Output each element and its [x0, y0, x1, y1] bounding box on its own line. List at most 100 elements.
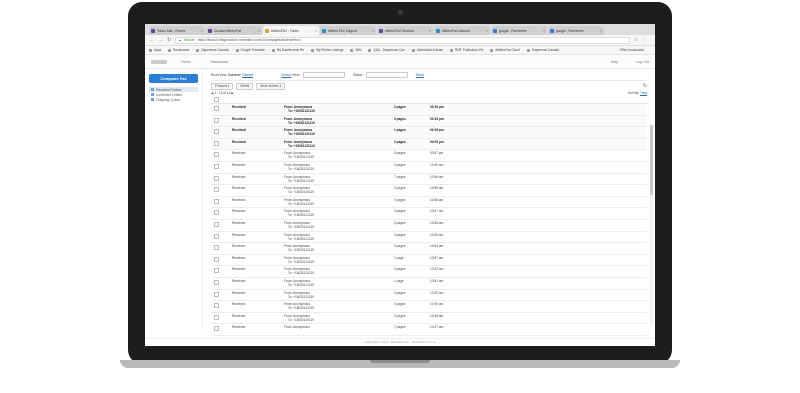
- nav-dashboard[interactable]: Dashboard: [211, 60, 229, 64]
- filter-deleted[interactable]: Deleted: [242, 73, 253, 77]
- table-row[interactable]: Received From: Anonymous 7 pages 10:47 am: [211, 324, 647, 336]
- table-row[interactable]: Received From: Anonymous To: +15032121119 3…: [211, 197, 647, 209]
- row-checkbox[interactable]: [214, 233, 219, 239]
- browser-tabbar: Yahoo Mail - Receiv × Contact #MetroFax × #M…: [145, 24, 655, 35]
- tab-close-icon[interactable]: ×: [201, 29, 203, 33]
- bookmark-item[interactable]: My Dashboards Re: [271, 48, 304, 52]
- tab-close-icon[interactable]: ×: [543, 29, 545, 33]
- table-row[interactable]: Received From: Anonymous To: +15032121119 3…: [211, 220, 647, 232]
- browser-tab[interactable]: #MetroFax Inbound ×: [434, 26, 490, 35]
- forward-icon[interactable]: →: [158, 37, 163, 43]
- table-row[interactable]: Received From: Anonymous To: +15032121119 3…: [211, 104, 647, 116]
- browser-tab[interactable]: google - Recherche ×: [491, 26, 547, 35]
- bookmark-item[interactable]: Google Translate: [235, 48, 265, 52]
- back-icon[interactable]: ←: [149, 37, 154, 43]
- tab-close-icon[interactable]: ×: [372, 29, 374, 33]
- table-row[interactable]: Received From: Anonymous To: +15032121119 7…: [211, 174, 647, 186]
- table-row[interactable]: Received From: Anonymous To: +15032121119 3…: [211, 150, 647, 162]
- search-link[interactable]: Search: [281, 73, 291, 77]
- reset-link[interactable]: Reset: [416, 73, 424, 77]
- tab-close-icon[interactable]: ×: [429, 29, 431, 33]
- compose-fax-button[interactable]: Compose Fax: [149, 74, 198, 83]
- row-checkbox[interactable]: [214, 187, 219, 193]
- table-row[interactable]: Received From: Anonymous To: +15032121119 3…: [211, 243, 647, 255]
- row-checkbox[interactable]: [214, 163, 219, 169]
- row-to: To: +15032121119: [288, 132, 315, 137]
- row-time: 10:59 am: [430, 162, 444, 167]
- tab-close-icon[interactable]: ×: [258, 29, 260, 33]
- row-checkbox[interactable]: [214, 268, 219, 274]
- filter-current[interactable]: Current: [228, 73, 240, 77]
- view-select[interactable]: [302, 72, 345, 78]
- logout-link[interactable]: Log Out: [636, 60, 649, 64]
- browser-tab[interactable]: #Metro FAX Support ×: [320, 26, 376, 35]
- row-checkbox[interactable]: [214, 210, 219, 216]
- row-checkbox[interactable]: [214, 198, 219, 204]
- scrollbar-thumb[interactable]: [650, 125, 653, 195]
- browser-tab[interactable]: #MetroFAX - Folder ×: [263, 26, 319, 35]
- nav-home[interactable]: Home: [181, 60, 191, 64]
- pager-next-icon[interactable]: ▶︎: [231, 91, 233, 95]
- sidebar-folder[interactable]: Outgoing Queue: [149, 97, 198, 102]
- bookmark-item[interactable]: Wiki: [350, 48, 361, 52]
- scrollbar[interactable]: [650, 125, 653, 325]
- table-row[interactable]: Received From: Anonymous To: +15032121119 3…: [211, 290, 647, 302]
- menu-icon[interactable]: ⋮: [642, 37, 647, 43]
- browser-tab[interactable]: #MetroFAX Services ×: [377, 26, 433, 35]
- row-checkbox[interactable]: [214, 245, 219, 251]
- row-checkbox[interactable]: [214, 303, 219, 309]
- table-row[interactable]: Received From: Anonymous To: +15032121119 3…: [211, 138, 647, 151]
- table-row[interactable]: Received From: Anonymous To: +15032121119 3…: [211, 266, 647, 278]
- bookmark-item[interactable]: #MetroFax Cloud: [490, 48, 520, 52]
- table-row[interactable]: Received From: Anonymous To: +15032121119 3…: [211, 115, 647, 128]
- table-row[interactable]: Received From: Anonymous To: +15032121119 1…: [211, 278, 647, 290]
- bookmark-item[interactable]: Apps: [149, 48, 161, 52]
- more-actions-button[interactable]: More Actions ▾: [256, 82, 286, 90]
- bookmark-item[interactable]: My Review Listings: [311, 48, 343, 52]
- table-row[interactable]: Received From: Anonymous To: +15032121119 3…: [211, 232, 647, 244]
- row-checkbox[interactable]: [214, 221, 219, 227]
- delete-button[interactable]: Delete: [236, 82, 254, 90]
- table-row[interactable]: Received From: Anonymous To: +15032121119 1…: [211, 255, 647, 267]
- status-select[interactable]: [365, 72, 408, 78]
- refresh-icon[interactable]: ↻: [643, 83, 647, 89]
- row-checkbox[interactable]: [214, 152, 219, 158]
- tab-close-icon[interactable]: ×: [486, 29, 488, 33]
- row-checkbox[interactable]: [214, 314, 219, 320]
- row-checkbox[interactable]: [214, 117, 219, 123]
- other-bookmarks[interactable]: Other bookmarks: [620, 48, 644, 52]
- row-checkbox[interactable]: [214, 106, 219, 111]
- forward-button[interactable]: Forward ▾: [211, 82, 234, 90]
- row-checkbox[interactable]: [214, 326, 219, 332]
- bookmark-item[interactable]: RMF Publication Re: [450, 48, 483, 52]
- table-row[interactable]: Received From: Anonymous To: +15032121119 3…: [211, 162, 647, 174]
- bookmark-item[interactable]: Scheduled Articles: [411, 48, 443, 52]
- browser-tab[interactable]: Yahoo Mail - Receiv ×: [149, 26, 205, 35]
- row-checkbox[interactable]: [214, 279, 219, 285]
- bookmark-item[interactable]: Dapemoss Canada: [196, 48, 229, 52]
- reload-icon[interactable]: ↻: [167, 37, 171, 43]
- help-link[interactable]: Help: [611, 60, 618, 64]
- row-checkbox[interactable]: [214, 256, 219, 262]
- table-row[interactable]: Received From: Anonymous To: +15032121119 3…: [211, 185, 647, 197]
- select-all-checkbox[interactable]: [214, 96, 219, 102]
- table-row[interactable]: Received From: Anonymous To: +15032121119 1…: [211, 127, 647, 139]
- tab-close-icon[interactable]: ×: [600, 29, 602, 33]
- bookmark-item[interactable]: Dapemoss Canada: [526, 48, 559, 52]
- browser-tab[interactable]: Contact #MetroFax ×: [206, 26, 262, 35]
- browser-tab[interactable]: google - Recherche ×: [548, 26, 604, 35]
- row-checkbox[interactable]: [214, 175, 219, 181]
- sort-by-value[interactable]: Time: [640, 91, 647, 95]
- table-row[interactable]: Received From: Anonymous To: +15032121119 3…: [211, 313, 647, 325]
- star-icon[interactable]: ☆: [634, 37, 638, 43]
- address-bar[interactable]: 🔒︎ Secure https://faxout.infagnosticon.m…: [175, 36, 630, 44]
- table-row[interactable]: Received From: Anonymous To: +15032121119 3…: [211, 301, 647, 313]
- row-checkbox[interactable]: [214, 140, 219, 146]
- bookmark-item[interactable]: Bookmarks: [168, 48, 189, 52]
- row-checkbox[interactable]: [214, 291, 219, 297]
- row-checkbox[interactable]: [214, 129, 219, 135]
- bookmark-item[interactable]: Q&A - Dapemoss Can: [368, 48, 405, 52]
- tab-close-icon[interactable]: ×: [315, 29, 317, 33]
- table-row[interactable]: Received From: Anonymous To: +15032121119 3…: [211, 208, 647, 220]
- pager-prev-icon[interactable]: ◀︎: [211, 91, 213, 95]
